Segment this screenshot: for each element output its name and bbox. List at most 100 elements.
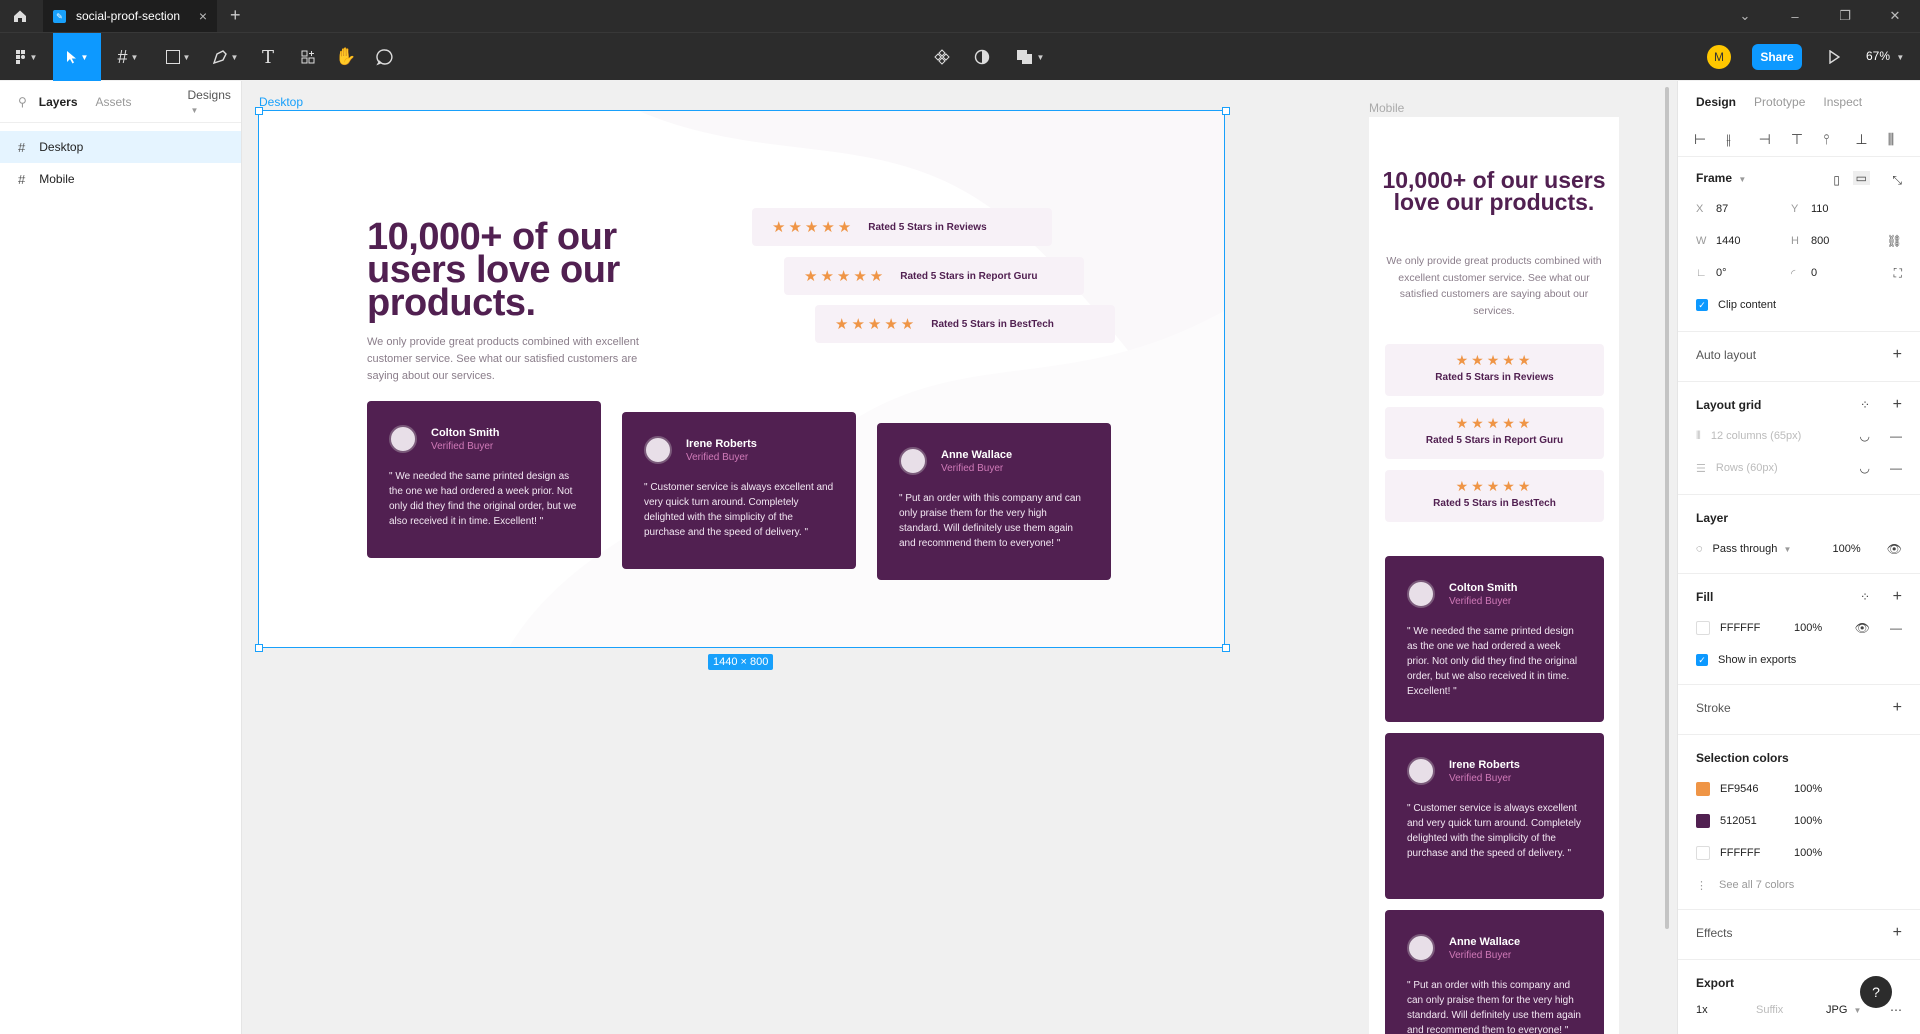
- export-suffix[interactable]: Suffix: [1756, 1004, 1826, 1016]
- export-options-icon[interactable]: ⋯: [1890, 1003, 1902, 1017]
- boolean-ops-button[interactable]: ▼: [1012, 33, 1048, 81]
- tab-prototype[interactable]: Prototype: [1754, 95, 1805, 109]
- desktop-frame-label[interactable]: Desktop: [259, 95, 303, 109]
- zoom-dropdown[interactable]: 67% ▼: [1866, 49, 1904, 63]
- mobile-frame-label[interactable]: Mobile: [1369, 101, 1404, 115]
- color-opacity[interactable]: 100%: [1794, 783, 1822, 795]
- layer-mobile[interactable]: # Mobile: [0, 163, 241, 195]
- align-center-h-icon[interactable]: ⫲: [1726, 131, 1758, 148]
- rotation-field[interactable]: 0°: [1716, 267, 1791, 279]
- align-middle-icon[interactable]: ⫯: [1823, 131, 1855, 148]
- eye-icon[interactable]: 👁: [1887, 542, 1902, 556]
- align-bottom-icon[interactable]: ⊥: [1855, 131, 1887, 148]
- add-stroke-icon[interactable]: +: [1893, 699, 1902, 717]
- share-button[interactable]: Share: [1752, 44, 1802, 70]
- resize-handle[interactable]: [1222, 107, 1230, 115]
- help-button[interactable]: ?: [1860, 976, 1892, 1008]
- add-grid-icon[interactable]: +: [1893, 396, 1902, 414]
- present-button[interactable]: [1820, 33, 1848, 81]
- search-icon[interactable]: ⚲: [18, 95, 27, 109]
- width-field[interactable]: 1440: [1716, 235, 1791, 247]
- resize-handle[interactable]: [255, 107, 263, 115]
- user-avatar[interactable]: M: [1707, 45, 1731, 69]
- see-all-colors-link[interactable]: ⋮ See all 7 colors: [1678, 869, 1920, 901]
- hand-tool-button[interactable]: ✋: [332, 33, 360, 81]
- resources-button[interactable]: [294, 33, 322, 81]
- color-swatch[interactable]: [1696, 846, 1710, 860]
- tab-close-icon[interactable]: ×: [199, 8, 207, 24]
- height-field[interactable]: 800: [1811, 235, 1886, 247]
- color-opacity[interactable]: 100%: [1794, 815, 1822, 827]
- mobile-frame[interactable]: 10,000+ of our users love our products. …: [1369, 117, 1619, 1034]
- x-field[interactable]: 87: [1716, 203, 1791, 215]
- pen-tool-button[interactable]: ▼: [207, 33, 243, 81]
- tab-assets[interactable]: Assets: [96, 95, 132, 109]
- shape-tool-button[interactable]: ▼: [160, 33, 196, 81]
- new-tab-icon[interactable]: +: [230, 5, 241, 26]
- close-window-icon[interactable]: ✕: [1870, 0, 1920, 32]
- canvas-scrollbar[interactable]: [1665, 87, 1669, 929]
- rows-grid-label[interactable]: Rows (60px): [1716, 462, 1778, 474]
- frame-tool-button[interactable]: # ▼: [110, 33, 146, 81]
- add-effect-icon[interactable]: +: [1893, 924, 1902, 942]
- remove-grid-icon[interactable]: —: [1890, 429, 1902, 443]
- color-swatch[interactable]: [1696, 782, 1710, 796]
- maximize-icon[interactable]: ❐: [1820, 0, 1870, 32]
- rows-grid-icon[interactable]: ☰: [1696, 462, 1706, 475]
- add-auto-layout-icon[interactable]: +: [1893, 346, 1902, 364]
- align-right-icon[interactable]: ⊣: [1759, 131, 1791, 148]
- remove-grid-icon[interactable]: —: [1890, 461, 1902, 475]
- fill-opacity[interactable]: 100%: [1794, 622, 1822, 634]
- show-in-exports-row[interactable]: ✓ Show in exports: [1678, 644, 1920, 676]
- main-menu-button[interactable]: ▼: [8, 33, 44, 81]
- move-tool-button[interactable]: ▼: [53, 33, 101, 81]
- frame-dropdown[interactable]: Frame ▼: [1678, 157, 1920, 193]
- tab-design[interactable]: Design: [1696, 95, 1736, 109]
- tab-layers[interactable]: Layers: [39, 95, 78, 109]
- radius-field[interactable]: 0: [1811, 267, 1886, 279]
- text-tool-button[interactable]: T: [254, 33, 282, 81]
- landscape-icon[interactable]: ▭: [1852, 171, 1870, 185]
- export-scale[interactable]: 1x: [1696, 1004, 1756, 1016]
- grid-visibility-icon[interactable]: ◡: [1860, 461, 1870, 475]
- color-opacity[interactable]: 100%: [1794, 847, 1822, 859]
- columns-grid-label[interactable]: 12 columns (65px): [1711, 430, 1802, 442]
- layer-opacity[interactable]: 100%: [1833, 543, 1861, 555]
- resize-to-fit-icon[interactable]: ⤡: [1892, 173, 1902, 188]
- eye-icon[interactable]: 👁: [1855, 621, 1870, 635]
- color-hex[interactable]: 512051: [1720, 815, 1794, 827]
- tab-inspect[interactable]: Inspect: [1823, 95, 1862, 109]
- theme-toggle-button[interactable]: [968, 33, 996, 81]
- distribute-icon[interactable]: ⫼: [1888, 131, 1920, 148]
- color-hex[interactable]: EF9546: [1720, 783, 1794, 795]
- minimize-icon[interactable]: –: [1770, 0, 1820, 32]
- portrait-icon[interactable]: ▯: [1833, 173, 1840, 187]
- columns-grid-icon[interactable]: ⦀: [1696, 430, 1701, 443]
- checkbox-icon[interactable]: ✓: [1696, 654, 1708, 666]
- resize-handle[interactable]: [255, 644, 263, 652]
- clip-content-row[interactable]: ✓ Clip content: [1678, 289, 1920, 321]
- fill-hex[interactable]: FFFFFF: [1720, 622, 1794, 634]
- grid-styles-icon[interactable]: ⁘: [1860, 398, 1870, 412]
- file-tab[interactable]: ✎ social-proof-section ×: [43, 0, 217, 32]
- components-button[interactable]: [928, 33, 956, 81]
- add-fill-icon[interactable]: +: [1893, 588, 1902, 606]
- checkbox-icon[interactable]: ✓: [1696, 299, 1708, 311]
- color-swatch[interactable]: [1696, 814, 1710, 828]
- resize-handle[interactable]: [1222, 644, 1230, 652]
- fill-styles-icon[interactable]: ⁘: [1860, 590, 1870, 604]
- independent-corners-icon[interactable]: ⛶: [1894, 266, 1902, 281]
- export-format-dropdown[interactable]: JPG ▼: [1826, 1004, 1861, 1016]
- constrain-proportions-icon[interactable]: ⛓: [1887, 234, 1902, 248]
- color-hex[interactable]: FFFFFF: [1720, 847, 1794, 859]
- remove-fill-icon[interactable]: —: [1890, 621, 1902, 635]
- home-button[interactable]: [0, 0, 40, 32]
- fill-swatch[interactable]: [1696, 621, 1710, 635]
- desktop-frame[interactable]: 10,000+ of our users love our products. …: [259, 111, 1224, 647]
- pages-dropdown[interactable]: Designs ▼: [188, 88, 249, 116]
- canvas[interactable]: Desktop Mobile 10,000+ of our users love…: [243, 81, 1671, 1034]
- align-top-icon[interactable]: ⊤: [1791, 131, 1823, 148]
- grid-visibility-icon[interactable]: ◡: [1860, 429, 1870, 443]
- layer-desktop[interactable]: # Desktop: [0, 131, 241, 163]
- comment-tool-button[interactable]: [371, 33, 399, 81]
